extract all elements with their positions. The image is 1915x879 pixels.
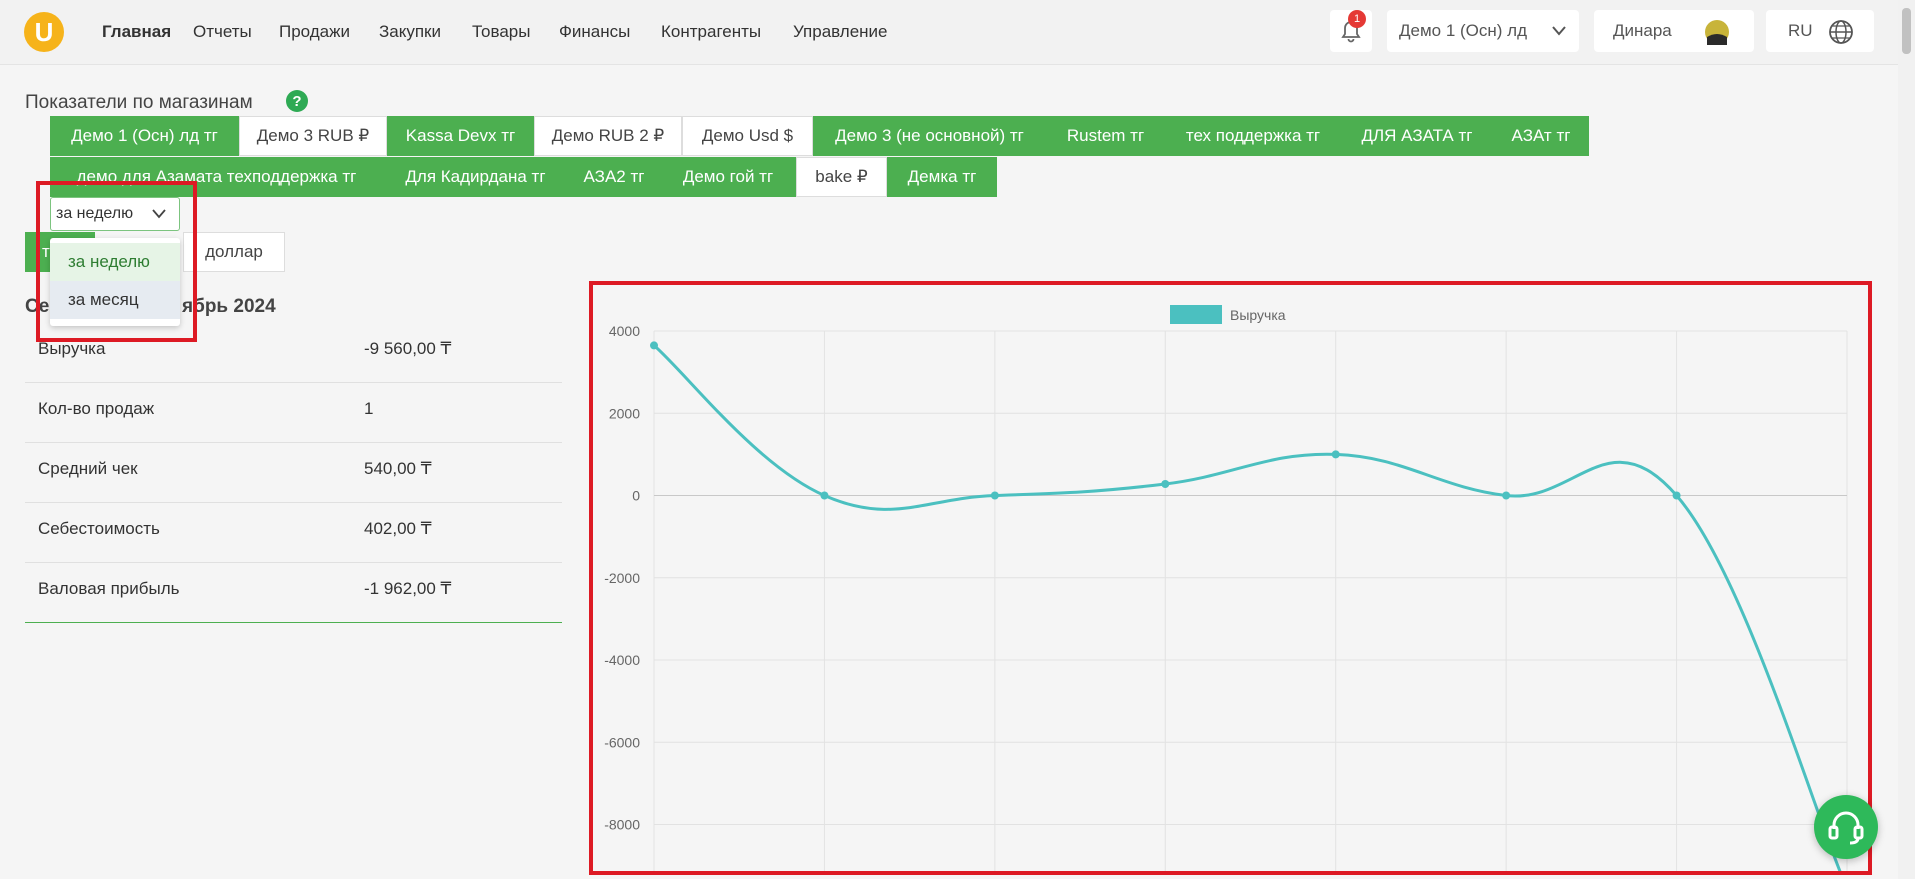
headset-icon: [1828, 811, 1864, 845]
store-tab[interactable]: bake ₽: [796, 157, 887, 197]
stat-label: Выручка: [38, 339, 106, 358]
store-selector[interactable]: Демо 1 (Осн) лд: [1387, 10, 1579, 52]
chevron-down-icon: [1552, 26, 1566, 36]
stat-value: -1 962,00 ₸: [364, 579, 452, 598]
stat-label: Валовая прибыль: [38, 579, 180, 598]
store-tab[interactable]: Демо RUB 2 ₽: [534, 116, 682, 156]
nav-products[interactable]: Товары: [472, 22, 530, 42]
language-selector[interactable]: RU: [1766, 10, 1874, 52]
notification-badge: 1: [1348, 10, 1366, 28]
stat-row: Кол-во продаж 1: [25, 382, 562, 443]
store-tab[interactable]: тех поддержка тг: [1165, 116, 1341, 156]
section-title: Показатели по магазинам: [25, 92, 253, 113]
highlight-frame-dropdown: [36, 181, 197, 342]
store-tab[interactable]: Демо 1 (Осн) лд тг: [50, 116, 239, 156]
scrollbar-thumb[interactable]: [1902, 8, 1911, 54]
nav-home[interactable]: Главная: [102, 22, 171, 42]
page-scrollbar[interactable]: [1898, 0, 1915, 879]
user-name: Динара: [1613, 21, 1672, 40]
store-tab[interactable]: ДЛЯ АЗАТА тг: [1341, 116, 1493, 156]
store-tab[interactable]: Rustem тг: [1046, 116, 1165, 156]
stat-value: 402,00 ₸: [364, 519, 432, 538]
stat-row: Валовая прибыль -1 962,00 ₸: [25, 562, 562, 623]
stat-label: Кол-во продаж: [38, 399, 155, 418]
user-menu[interactable]: Динара: [1594, 10, 1754, 52]
store-tab[interactable]: Демо 3 RUB ₽: [239, 116, 387, 156]
stat-value: -9 560,00 ₸: [364, 339, 452, 358]
globe-icon: [1829, 20, 1853, 44]
store-tab[interactable]: Демо гой тг: [660, 157, 796, 197]
store-tab[interactable]: Kassa Devx тг: [387, 116, 534, 156]
nav-sales[interactable]: Продажи: [279, 22, 350, 42]
support-chat-button[interactable]: [1814, 795, 1878, 859]
store-tab[interactable]: Демка тг: [887, 157, 997, 197]
nav-finance[interactable]: Финансы: [559, 22, 630, 42]
store-tab[interactable]: Для Кадирдана тг: [383, 157, 568, 197]
store-selector-label: Демо 1 (Осн) лд: [1399, 21, 1528, 40]
nav-management[interactable]: Управление: [793, 22, 888, 42]
currency-button-dollar[interactable]: доллар: [183, 232, 285, 272]
avatar: [1705, 20, 1729, 45]
store-tab[interactable]: Демо 3 (не основной) тг: [813, 116, 1046, 156]
logo-icon[interactable]: U: [24, 12, 64, 52]
nav-purchases[interactable]: Закупки: [379, 22, 441, 42]
stat-value: 540,00 ₸: [364, 459, 432, 478]
nav-contractors[interactable]: Контрагенты: [661, 22, 761, 42]
store-tab[interactable]: Демо Usd $: [682, 116, 813, 156]
help-icon[interactable]: ?: [286, 90, 308, 112]
stat-row: Выручка -9 560,00 ₸: [25, 322, 562, 383]
store-tab[interactable]: АЗАт тг: [1493, 116, 1589, 156]
stat-label: Себестоимость: [38, 519, 160, 538]
stat-row: Средний чек 540,00 ₸: [25, 442, 562, 503]
language-label: RU: [1788, 21, 1813, 40]
stat-value: 1: [364, 399, 374, 418]
nav-reports[interactable]: Отчеты: [193, 22, 252, 42]
notifications-button[interactable]: 1: [1330, 10, 1372, 52]
highlight-frame-chart: [589, 281, 1872, 875]
top-navbar: U Главная Отчеты Продажи Закупки Товары …: [0, 0, 1898, 65]
store-tab[interactable]: АЗА2 тг: [568, 157, 660, 197]
stat-label: Средний чек: [38, 459, 138, 478]
stat-row: Себестоимость 402,00 ₸: [25, 502, 562, 563]
